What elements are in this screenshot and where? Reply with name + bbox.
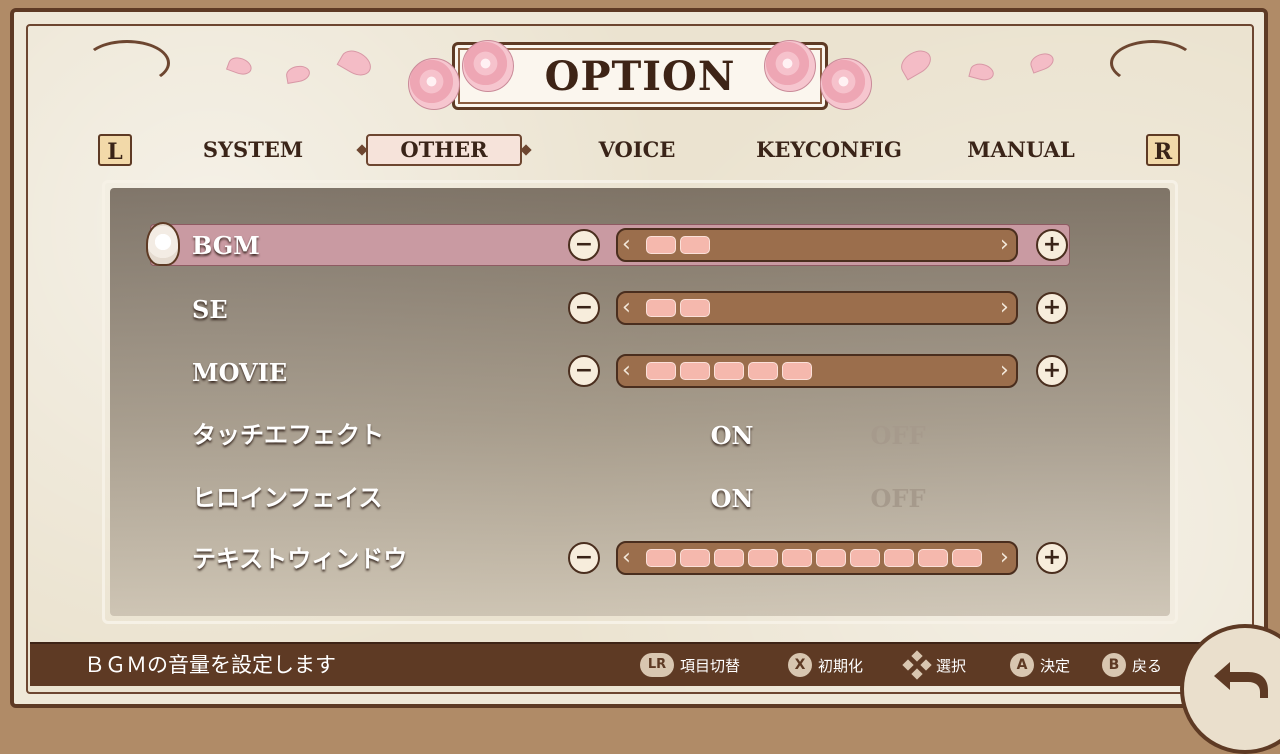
hint-label: 決定: [1040, 656, 1071, 675]
text-window-segments: [646, 549, 982, 567]
bgm-volume-slider[interactable]: ‹ ›: [616, 228, 1018, 262]
movie-volume-slider[interactable]: ‹ ›: [616, 354, 1018, 388]
text-window-minus-button[interactable]: −: [568, 542, 600, 574]
slider-cap-left-icon: ‹: [622, 358, 631, 383]
bgm-volume-segments: [646, 236, 710, 254]
back-arrow-icon[interactable]: [1208, 656, 1272, 702]
hint-label: 初期化: [818, 656, 864, 675]
se-plus-button[interactable]: +: [1036, 292, 1068, 324]
heroine-face-on-option[interactable]: ON: [692, 478, 772, 520]
se-minus-button[interactable]: −: [568, 292, 600, 324]
se-volume-slider[interactable]: ‹ ›: [616, 291, 1018, 325]
r-shoulder-button[interactable]: R: [1146, 134, 1180, 166]
slider-segment: [884, 549, 914, 567]
slider-segment: [646, 299, 676, 317]
touch-effect-on-option[interactable]: ON: [692, 415, 772, 457]
movie-plus-button[interactable]: +: [1036, 355, 1068, 387]
setting-label-se[interactable]: SE: [192, 289, 228, 331]
b-button-icon: B: [1102, 653, 1126, 677]
touch-effect-off-option[interactable]: OFF: [858, 415, 938, 457]
bgm-plus-button[interactable]: +: [1036, 229, 1068, 261]
slider-segment: [646, 236, 676, 254]
rose-icon: [408, 58, 460, 110]
hint-reset: X 初期化: [788, 644, 863, 686]
slider-segment: [748, 362, 778, 380]
setting-label-touch-effect[interactable]: タッチエフェクト: [192, 414, 384, 456]
slider-segment: [748, 549, 778, 567]
slider-cap-right-icon: ›: [1000, 545, 1009, 570]
slider-segment: [816, 549, 846, 567]
tab-other[interactable]: OTHER: [356, 134, 532, 166]
slider-cap-left-icon: ‹: [622, 295, 631, 320]
slider-segment: [680, 236, 710, 254]
tab-manual[interactable]: MANUAL: [956, 134, 1086, 166]
movie-minus-button[interactable]: −: [568, 355, 600, 387]
hint-select: 選択: [902, 644, 967, 686]
setting-label-bgm[interactable]: BGM: [192, 225, 260, 267]
se-volume-segments: [646, 299, 710, 317]
a-button-icon: A: [1010, 653, 1034, 677]
hint-back: B 戻る: [1102, 644, 1162, 686]
rose-icon: [462, 40, 514, 92]
slider-segment: [646, 362, 676, 380]
ornament-swirl-right: [1110, 40, 1196, 86]
bgm-minus-button[interactable]: −: [568, 229, 600, 261]
slider-segment: [952, 549, 982, 567]
hint-switch-item: LR 項目切替: [640, 644, 740, 686]
slider-segment: [680, 362, 710, 380]
tab-other-label: OTHER: [400, 137, 488, 162]
hint-label: 戻る: [1132, 656, 1163, 675]
l-shoulder-button[interactable]: L: [98, 134, 132, 166]
slider-segment: [918, 549, 948, 567]
slider-cap-left-icon: ‹: [622, 545, 631, 570]
setting-label-heroine-face[interactable]: ヒロインフェイス: [192, 477, 383, 519]
heroine-face-off-option[interactable]: OFF: [858, 478, 938, 520]
tab-voice[interactable]: VOICE: [580, 134, 694, 166]
text-window-opacity-slider[interactable]: ‹ ›: [616, 541, 1018, 575]
hint-label: 項目切替: [680, 656, 741, 675]
slider-segment: [646, 549, 676, 567]
text-window-plus-button[interactable]: +: [1036, 542, 1068, 574]
dpad-icon: [902, 650, 932, 680]
rose-icon: [820, 58, 872, 110]
slider-segment: [850, 549, 880, 567]
slider-segment: [782, 362, 812, 380]
movie-volume-segments: [646, 362, 812, 380]
tab-system[interactable]: SYSTEM: [190, 134, 316, 166]
slider-cap-left-icon: ‹: [622, 232, 631, 257]
slider-cap-right-icon: ›: [1000, 358, 1009, 383]
x-button-icon: X: [788, 653, 812, 677]
slider-segment: [680, 549, 710, 567]
slider-segment: [782, 549, 812, 567]
hint-label: 選択: [936, 656, 967, 675]
hint-confirm: A 決定: [1010, 644, 1070, 686]
slider-cap-right-icon: ›: [1000, 295, 1009, 320]
help-bar: ＢＧＭの音量を設定します LR 項目切替 X 初期化 選択 A 決定 B 戻る: [30, 642, 1270, 686]
setting-label-movie[interactable]: MOVIE: [192, 352, 287, 394]
rose-cursor-icon: [146, 222, 180, 266]
rose-icon: [764, 40, 816, 92]
setting-label-text-window[interactable]: テキストウィンドウ: [192, 538, 407, 580]
lr-button-icon: LR: [640, 653, 674, 677]
tab-keyconfig[interactable]: KEYCONFIG: [752, 134, 906, 166]
ornament-swirl-left: [84, 40, 170, 86]
slider-cap-right-icon: ›: [1000, 232, 1009, 257]
slider-segment: [680, 299, 710, 317]
slider-segment: [714, 362, 744, 380]
slider-segment: [714, 549, 744, 567]
help-text: ＢＧＭの音量を設定します: [84, 653, 336, 677]
